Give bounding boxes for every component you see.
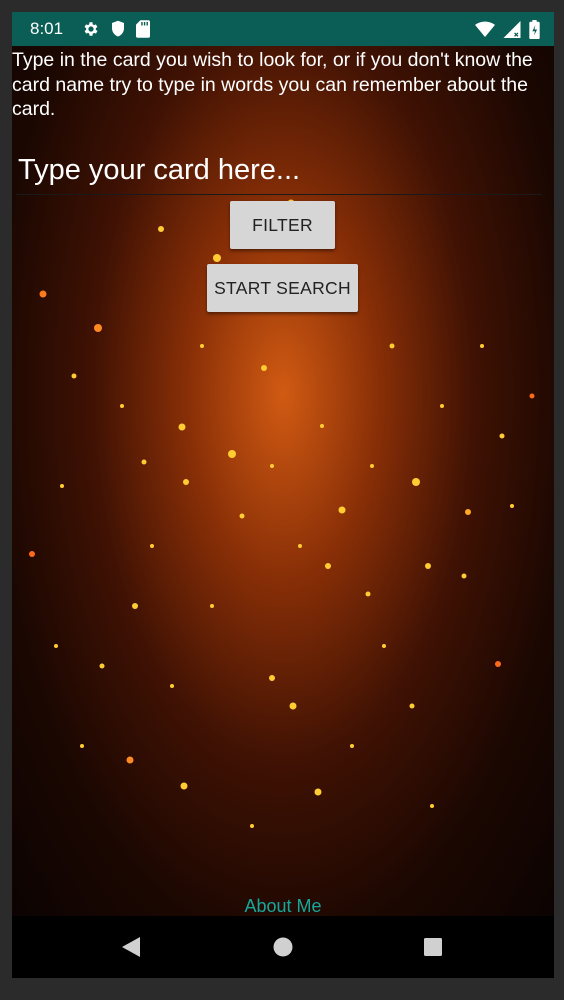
start-search-button[interactable]: START SEARCH xyxy=(207,264,358,312)
wifi-icon xyxy=(475,21,495,38)
status-time: 8:01 xyxy=(30,19,64,38)
shield-icon xyxy=(110,20,126,38)
status-bar: 8:01 xyxy=(12,12,554,46)
device-screen: 8:01 Type in the card you wish to look f… xyxy=(12,12,554,978)
signal-icon xyxy=(503,21,521,38)
instructions-text: Type in the card you wish to look for, o… xyxy=(12,49,533,120)
recents-icon[interactable] xyxy=(423,936,443,962)
gear-icon xyxy=(82,20,100,38)
search-input[interactable] xyxy=(16,146,546,194)
search-field[interactable] xyxy=(16,146,546,195)
navigation-bar xyxy=(12,916,554,978)
back-icon[interactable] xyxy=(121,936,141,962)
main-content: Type in the card you wish to look for, o… xyxy=(12,46,554,916)
sd-card-icon xyxy=(136,20,150,38)
battery-icon xyxy=(529,20,540,39)
filter-button[interactable]: FILTER xyxy=(230,201,335,249)
about-me-link[interactable]: About Me xyxy=(12,896,554,916)
home-icon[interactable] xyxy=(273,936,293,962)
